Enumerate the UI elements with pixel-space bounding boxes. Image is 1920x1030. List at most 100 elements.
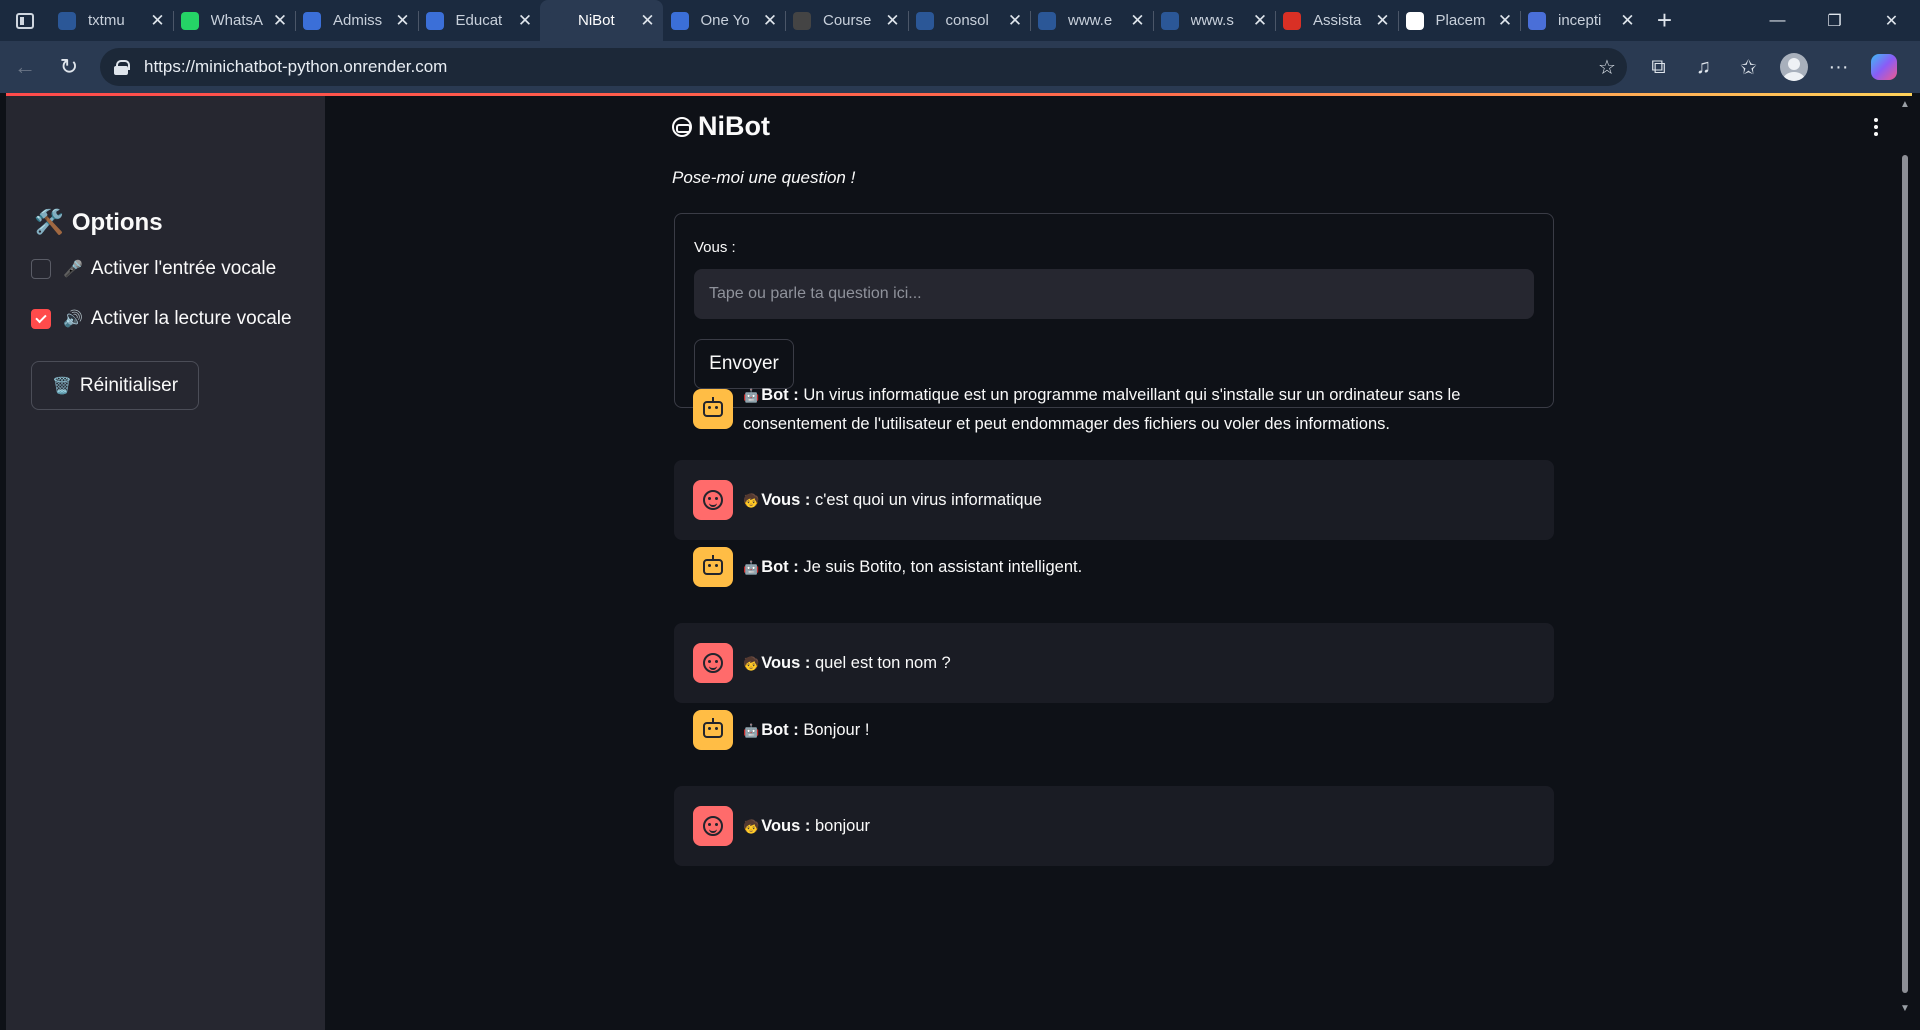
message-text: 🧒 Vous : c'est quoi un virus informatique [743,486,1042,515]
cloud-icon [670,11,689,30]
tab-close-icon[interactable]: ✕ [1619,11,1637,31]
close-window-button[interactable]: ✕ [1863,0,1920,41]
gmail-icon [1283,11,1301,30]
page-icon [1160,11,1179,30]
browser-tab[interactable]: Course ✕ [785,0,908,41]
browser-tab[interactable]: txtmu ✕ [50,0,173,41]
browser-tab[interactable]: Placem ✕ [1397,0,1521,41]
message-text: 🤖 Bot : Un virus informatique est un prog… [743,381,1535,438]
voice-output-checkbox-row[interactable]: 🔊 Activer la lecture vocale [31,308,292,330]
speaker-separator: : [788,720,804,739]
tab-close-icon[interactable]: ✕ [884,11,902,31]
message-body: Je suis Botito, ton assistant intelligen… [803,557,1083,576]
browser-tab[interactable]: www.s ✕ [1152,0,1276,41]
browser-tab[interactable]: www.e ✕ [1030,0,1153,41]
message-speaker: Vous [761,816,801,835]
question-input[interactable] [694,269,1534,319]
browser-tab[interactable]: Assista ✕ [1275,0,1398,41]
robot-emoji-icon: 🤖 [743,387,760,403]
address-bar[interactable]: https://minichatbot-python.onrender.com … [100,48,1627,86]
profile-button[interactable] [1771,47,1816,87]
menu-dot [1874,125,1878,129]
browser-tab[interactable]: incepti ✕ [1520,0,1643,41]
profile-avatar-icon [1779,53,1808,81]
refresh-icon: ↻ [59,54,79,79]
tab-close-icon[interactable]: ✕ [271,11,289,31]
message-speaker: Vous [761,490,801,509]
tab-title: www.s [1190,12,1234,29]
extensions-button[interactable]: ⧉ [1636,47,1681,87]
microphone-icon: 🎤 [63,261,83,278]
url-text[interactable]: https://minichatbot-python.onrender.com [144,57,1587,77]
user-message: 🧒 Vous : quel est ton nom ? [674,623,1554,703]
toolbar-icons: ⧉ ♫ ✩ ··· [1636,47,1906,87]
tab-close-icon[interactable]: ✕ [761,11,779,31]
browser-tab[interactable]: WhatsA ✕ [172,0,296,41]
tab-close-icon[interactable]: ✕ [149,11,167,31]
copilot-icon [1870,54,1897,80]
more-menu-button[interactable]: ··· [1816,47,1861,87]
sidebar-title-text: Options [71,208,163,236]
favorite-star-icon[interactable]: ☆ [1587,55,1627,80]
read-aloud-button[interactable]: ♫ [1681,47,1726,87]
minimize-button[interactable]: — [1749,0,1806,41]
tab-close-icon[interactable]: ✕ [516,11,534,31]
whatsapp-icon [180,11,199,30]
tab-title: Assista [1313,12,1362,29]
user-avatar [693,480,733,520]
child-emoji-icon: 🧒 [743,492,760,508]
tools-icon: 🛠️ [34,209,64,236]
browser-tab[interactable]: consol ✕ [907,0,1031,41]
bot-avatar [693,710,733,750]
page-icon [1038,11,1056,30]
voice-output-checkbox[interactable] [31,309,51,329]
speaker-separator: : [788,557,804,576]
reset-button[interactable]: 🗑️ Réinitialiser [31,361,199,410]
voice-input-label: Activer l'entrée vocale [90,258,277,279]
new-tab-button[interactable]: + [1643,0,1687,41]
scroll-up-arrow-icon[interactable]: ▲ [1900,99,1910,110]
tab-close-icon[interactable]: ✕ [1129,11,1147,31]
minimize-icon: — [1769,11,1786,29]
favorites-button[interactable]: ✩ [1726,47,1771,87]
tab-close-icon[interactable]: ✕ [394,11,412,31]
user-message: 🧒 Vous : bonjour [674,786,1554,866]
copilot-button[interactable] [1861,47,1906,87]
page-icon [58,11,76,30]
scrollbar-thumb[interactable] [1902,155,1908,993]
reset-button-label: Réinitialiser [79,374,179,396]
tab-close-icon[interactable]: ✕ [1374,11,1392,31]
restore-button[interactable]: ❐ [1806,0,1863,41]
trash-icon: 🗑️ [51,377,72,395]
tab-close-icon[interactable]: ✕ [639,11,657,31]
voice-input-checkbox-row[interactable]: 🎤 Activer l'entrée vocale [31,258,276,280]
tab-close-icon[interactable]: ✕ [1006,11,1024,31]
back-button[interactable]: ← [3,47,47,87]
tab-title: One Yo [700,12,750,29]
arrow-left-icon: ← [14,54,36,79]
refresh-button[interactable]: ↻ [47,47,91,87]
globe-icon [425,11,444,30]
crown-icon [548,11,566,30]
page-icon [915,11,934,30]
bot-message: 🤖 Bot : Je suis Botito, ton assistant int… [674,542,1554,592]
course-icon [793,11,811,30]
tab-close-icon[interactable]: ✕ [1496,11,1514,31]
scroll-down-arrow-icon[interactable]: ▼ [1900,1003,1910,1014]
message-body: bonjour [814,816,871,835]
speaker-separator: : [800,816,815,835]
main-menu-button[interactable] [1874,118,1880,136]
tab-title: NiBot [578,12,615,29]
tab-title: txtmu [88,12,125,29]
tab-close-icon[interactable]: ✕ [1251,11,1269,31]
browser-tab[interactable]: Educat ✕ [417,0,541,41]
close-icon: ✕ [1884,12,1899,30]
voice-input-checkbox[interactable] [31,259,51,279]
robot-face-icon [703,718,723,738]
tab-list: txtmu ✕ WhatsA ✕ Admiss ✕ Educat ✕ NiBot ✕ One Yo ✕… [50,0,1643,41]
browser-tab[interactable]: One Yo ✕ [663,0,786,41]
browser-tab[interactable]: Admiss ✕ [295,0,418,41]
tab-actions-button[interactable] [0,0,50,41]
browser-tab[interactable]: NiBot ✕ [540,0,663,41]
checkmark-icon [35,311,47,324]
